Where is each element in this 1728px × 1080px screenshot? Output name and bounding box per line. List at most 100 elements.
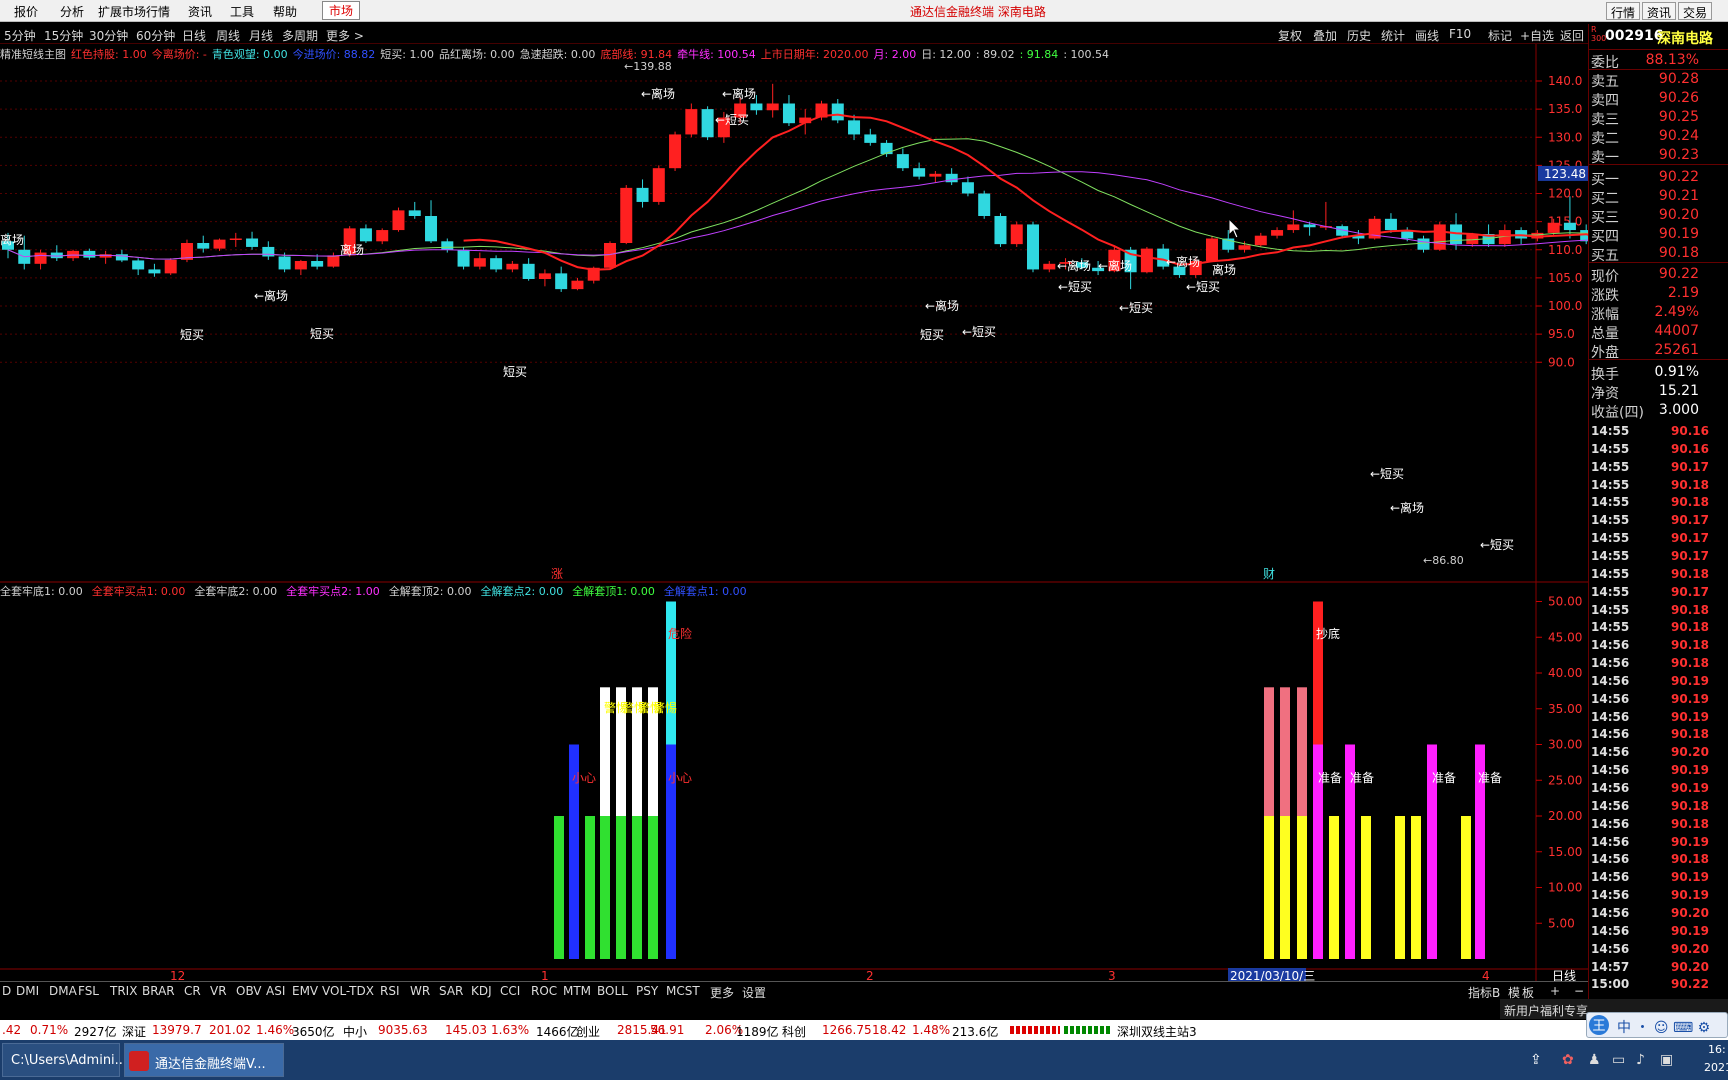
- low-price-label: ←86.80: [1423, 554, 1464, 567]
- candle: [994, 213, 1007, 247]
- ime-mode-icon[interactable]: 中 ・ ☺ ⌨ ⚙: [1617, 1017, 1710, 1037]
- menu-item-market[interactable]: 市场: [322, 1, 361, 20]
- tick-price: 90.18: [1671, 477, 1709, 492]
- quote-row: 涨幅 2.49%: [1589, 304, 1728, 323]
- quote-label: 买四: [1591, 229, 1619, 245]
- period-tab[interactable]: 60分钟: [136, 27, 175, 44]
- tray-arrow-icon[interactable]: ⇪: [1530, 1052, 1542, 1068]
- menu-item[interactable]: 报价: [14, 3, 38, 20]
- candle: [506, 261, 519, 273]
- quote-row: 收益(四) 3.000: [1589, 402, 1728, 421]
- new-user-promo[interactable]: 新用户福利专享: [1504, 1002, 1588, 1019]
- tray-volume-icon[interactable]: ♪: [1636, 1052, 1645, 1068]
- toolbar-button[interactable]: 历史: [1347, 27, 1371, 44]
- tray-user-icon[interactable]: ♟: [1588, 1052, 1601, 1068]
- toolbar-button[interactable]: 返回: [1560, 27, 1584, 44]
- candle: [1433, 221, 1446, 251]
- candle: [538, 269, 551, 287]
- sub-signal-label: 抄底: [1316, 626, 1340, 641]
- period-tab[interactable]: 30分钟: [89, 27, 128, 44]
- menu-item[interactable]: 扩展市场行情: [98, 3, 170, 20]
- indicator-tab[interactable]: MTM: [563, 984, 591, 998]
- toolbar-button[interactable]: +自选: [1520, 27, 1554, 44]
- period-tab[interactable]: 多周期: [282, 27, 318, 44]
- toolbar-button[interactable]: 统计: [1381, 27, 1405, 44]
- indicator-tab[interactable]: TRIX: [110, 984, 137, 998]
- hangqing-button[interactable]: 行情: [1606, 2, 1641, 20]
- period-tab[interactable]: 15分钟: [44, 27, 83, 44]
- toolbar-button[interactable]: 标记: [1488, 27, 1512, 44]
- index-item: 145.03: [445, 1023, 487, 1037]
- quote-value: 90.24: [1658, 128, 1699, 144]
- indicator-tab[interactable]: DMI: [16, 984, 39, 998]
- index-item: 56.91: [650, 1023, 685, 1037]
- tray-network-icon[interactable]: ▭: [1612, 1052, 1625, 1068]
- jiaoyi-button[interactable]: 交易: [1678, 2, 1713, 20]
- toolbar-button[interactable]: 复权: [1278, 27, 1302, 44]
- ime-logo-icon: 王: [1589, 1015, 1609, 1035]
- indicator-tab[interactable]: OBV: [236, 984, 262, 998]
- indicator-tab[interactable]: ROC: [531, 984, 557, 998]
- sub-bar: [1461, 816, 1471, 959]
- indicator-tab[interactable]: FSL: [78, 984, 99, 998]
- menu-item[interactable]: 工具: [230, 3, 254, 20]
- zixun-button[interactable]: 资讯: [1642, 2, 1677, 20]
- quote-label: 买二: [1591, 191, 1619, 207]
- indicator-tab[interactable]: EMV: [292, 984, 318, 998]
- indicator-tab[interactable]: 更多: [710, 984, 734, 1001]
- indicator-right-button[interactable]: +: [1550, 984, 1560, 998]
- taskbar-tdx[interactable]: 通达信金融终端V...: [124, 1043, 284, 1077]
- indicator-tab[interactable]: D: [2, 984, 11, 998]
- candle: [945, 168, 958, 186]
- candle: [1043, 261, 1056, 273]
- tick-time: 14:55: [1591, 531, 1630, 546]
- indicator-tab[interactable]: BRAR: [142, 984, 175, 998]
- index-item: 9035.63: [378, 1023, 428, 1037]
- x-axis-label: 12: [170, 969, 185, 981]
- indicator-tab[interactable]: KDJ: [471, 984, 492, 998]
- tick-price: 90.18: [1671, 566, 1709, 581]
- buy-signal-label: ←短买: [1186, 280, 1220, 294]
- indicator-tab[interactable]: DMA: [49, 984, 77, 998]
- indicator-tab[interactable]: VR: [210, 984, 227, 998]
- indicator-right-button[interactable]: −: [1574, 984, 1584, 998]
- toolbar-button[interactable]: F10: [1449, 27, 1471, 41]
- sub-bar: [554, 816, 564, 959]
- menu-item[interactable]: 帮助: [273, 3, 297, 20]
- indicator-tab[interactable]: RSI: [380, 984, 400, 998]
- index-item: 1.46%: [256, 1023, 295, 1037]
- indicator-tab[interactable]: CCI: [500, 984, 520, 998]
- indicator-tab[interactable]: SAR: [439, 984, 463, 998]
- period-tab[interactable]: 周线: [216, 27, 240, 44]
- menu-item[interactable]: 分析: [60, 3, 84, 20]
- toolbar-button[interactable]: 画线: [1415, 27, 1439, 44]
- index-mini-icon: [1010, 1026, 1060, 1034]
- menu-item[interactable]: 资讯: [188, 3, 212, 20]
- period-tab[interactable]: 月线: [249, 27, 273, 44]
- indicator-tab[interactable]: 设置: [742, 984, 766, 1001]
- indicator-tab[interactable]: ASI: [266, 984, 285, 998]
- candle: [408, 201, 421, 219]
- tick-price: 90.17: [1671, 513, 1709, 528]
- ime-toolbar[interactable]: 王 中 ・ ☺ ⌨ ⚙: [1586, 1012, 1728, 1038]
- candle: [34, 249, 47, 270]
- indicator-tab[interactable]: PSY: [636, 984, 658, 998]
- period-tab[interactable]: 5分钟: [4, 27, 36, 44]
- period-tab[interactable]: 日线: [182, 27, 206, 44]
- tick-time: 14:56: [1591, 798, 1630, 813]
- taskbar-explorer[interactable]: C:\Users\Admini...: [2, 1043, 127, 1077]
- indicator-tab[interactable]: CR: [184, 984, 201, 998]
- tick-row: 14:56 90.18: [1589, 727, 1728, 744]
- kline-chart[interactable]: 140.0135.0130.0125.0120.0115.0110.0105.0…: [0, 44, 1588, 981]
- tray-app-icon[interactable]: ✿: [1562, 1052, 1574, 1068]
- indicator-tab[interactable]: BOLL: [597, 984, 628, 998]
- index-item: .42: [2, 1023, 22, 1037]
- tray-monitor-icon[interactable]: ▣: [1660, 1052, 1673, 1068]
- index-item: 1.48%: [912, 1023, 951, 1037]
- period-tab[interactable]: 更多 >: [326, 27, 364, 44]
- indicator-tab[interactable]: MCST: [666, 984, 700, 998]
- indicator-tab[interactable]: VOL-TDX: [322, 984, 374, 998]
- indicator-right-button[interactable]: 指标B: [1468, 984, 1500, 1001]
- toolbar-button[interactable]: 叠加: [1313, 27, 1337, 44]
- indicator-tab[interactable]: WR: [410, 984, 430, 998]
